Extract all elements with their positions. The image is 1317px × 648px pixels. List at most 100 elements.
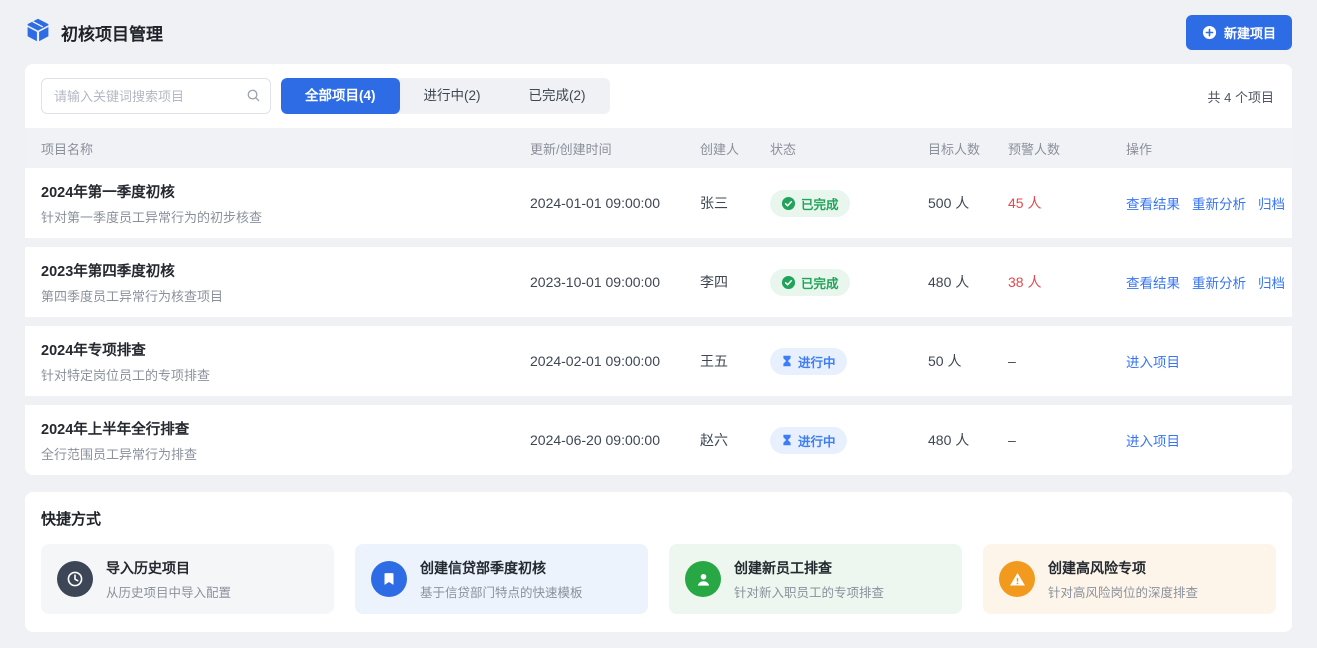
action-link[interactable]: 重新分析 [1192,193,1246,213]
project-name-cell: 2023年第四季度初核第四季度员工异常行为核查项目 [41,260,530,305]
bookmark-icon [371,561,407,597]
project-time: 2024-02-01 09:00:00 [530,353,700,369]
status-cell: 已完成 [770,190,928,217]
page: 初核项目管理 新建项目 全部项目(4 [0,0,1317,632]
project-description: 针对第一季度员工异常行为的初步核查 [41,207,530,226]
target-count: 50 人 [928,351,1008,371]
shortcut-text: 创建高风险专项针对高风险岗位的深度排查 [1048,558,1198,601]
table-row: 2023年第四季度初核第四季度员工异常行为核查项目2023-10-01 09:0… [25,247,1292,317]
page-title: 初核项目管理 [61,20,163,45]
column-header-2: 创建人 [700,139,770,158]
status-cell: 进行中 [770,427,928,454]
project-name: 2024年上半年全行排查 [41,418,530,439]
tab-1[interactable]: 进行中(2) [400,78,505,114]
check-circle-icon [781,275,796,290]
shortcuts-title: 快捷方式 [41,508,1276,529]
target-count: 500 人 [928,193,1008,213]
check-circle-icon [781,196,796,211]
project-creator: 王五 [700,351,770,371]
project-name: 2024年第一季度初核 [41,181,530,202]
status-cell: 进行中 [770,348,928,375]
column-header-3: 状态 [770,139,928,158]
hourglass-icon [781,355,793,367]
new-project-label: 新建项目 [1224,23,1276,42]
new-project-button[interactable]: 新建项目 [1186,15,1292,50]
action-link[interactable]: 进入项目 [1126,351,1180,371]
warning-count: – [1008,353,1126,369]
shortcut-description: 针对高风险岗位的深度排查 [1048,582,1198,601]
table-row: 2024年上半年全行排查全行范围员工异常行为排查2024-06-20 09:00… [25,405,1292,475]
toolbar: 全部项目(4)进行中(2)已完成(2) 共 4 个项目 [25,64,1292,128]
project-name: 2024年专项排查 [41,339,530,360]
actions-cell: 进入项目 [1126,430,1276,450]
search-icon [246,88,261,103]
table-row: 2024年专项排查针对特定岗位员工的专项排查2024-02-01 09:00:0… [25,326,1292,396]
cube-icon [25,17,51,48]
project-name-cell: 2024年第一季度初核针对第一季度员工异常行为的初步核查 [41,181,530,226]
project-time: 2024-01-01 09:00:00 [530,195,700,211]
table-body: 2024年第一季度初核针对第一季度员工异常行为的初步核查2024-01-01 0… [25,168,1292,475]
tab-0[interactable]: 全部项目(4) [281,78,400,114]
plus-circle-icon [1202,25,1217,40]
shortcut-card-0[interactable]: 导入历史项目从历史项目中导入配置 [41,544,334,614]
action-link[interactable]: 重新分析 [1192,272,1246,292]
shortcut-text: 创建新员工排查针对新入职员工的专项排查 [734,558,884,601]
warning-count: – [1008,432,1126,448]
project-time: 2024-06-20 09:00:00 [530,432,700,448]
target-count: 480 人 [928,272,1008,292]
status-label: 进行中 [798,352,836,371]
status-badge: 已完成 [770,269,850,296]
search-box [41,78,271,114]
shortcut-title: 创建信贷部季度初核 [420,558,583,578]
tab-2[interactable]: 已完成(2) [505,78,610,114]
project-description: 全行范围员工异常行为排查 [41,444,530,463]
action-link[interactable]: 查看结果 [1126,193,1180,213]
shortcut-card-3[interactable]: 创建高风险专项针对高风险岗位的深度排查 [983,544,1276,614]
table-row: 2024年第一季度初核针对第一季度员工异常行为的初步核查2024-01-01 0… [25,168,1292,238]
shortcut-card-2[interactable]: 创建新员工排查针对新入职员工的专项排查 [669,544,962,614]
page-title-group: 初核项目管理 [25,17,163,48]
project-name-cell: 2024年专项排查针对特定岗位员工的专项排查 [41,339,530,384]
warning-count: 38 人 [1008,272,1126,292]
project-name-cell: 2024年上半年全行排查全行范围员工异常行为排查 [41,418,530,463]
warning-count: 45 人 [1008,193,1126,213]
project-description: 针对特定岗位员工的专项排查 [41,365,530,384]
filter-tabs: 全部项目(4)进行中(2)已完成(2) [281,78,610,114]
user-icon [685,561,721,597]
status-label: 进行中 [798,431,836,450]
action-link[interactable]: 归档 [1258,193,1285,213]
shortcut-text: 导入历史项目从历史项目中导入配置 [106,558,231,601]
project-list-card: 全部项目(4)进行中(2)已完成(2) 共 4 个项目 项目名称更新/创建时间创… [25,64,1292,475]
shortcut-title: 创建高风险专项 [1048,558,1198,578]
shortcut-description: 从历史项目中导入配置 [106,582,231,601]
shortcut-description: 针对新入职员工的专项排查 [734,582,884,601]
actions-cell: 查看结果重新分析归档 [1126,272,1276,292]
project-name: 2023年第四季度初核 [41,260,530,281]
column-header-0: 项目名称 [41,139,530,158]
column-header-5: 预警人数 [1008,139,1126,158]
action-link[interactable]: 进入项目 [1126,430,1180,450]
shortcut-text: 创建信贷部季度初核基于信贷部门特点的快速模板 [420,558,583,601]
shortcuts-card: 快捷方式 导入历史项目从历史项目中导入配置 创建信贷部季度初核基于信贷部门特点的快… [25,492,1292,632]
warning-icon [999,561,1035,597]
status-label: 已完成 [801,273,839,292]
page-header: 初核项目管理 新建项目 [25,0,1292,64]
shortcut-title: 创建新员工排查 [734,558,884,578]
project-creator: 张三 [700,193,770,213]
action-link[interactable]: 查看结果 [1126,272,1180,292]
actions-cell: 查看结果重新分析归档 [1126,193,1276,213]
project-creator: 赵六 [700,430,770,450]
search-input[interactable] [41,78,271,114]
column-header-1: 更新/创建时间 [530,139,700,158]
table-header: 项目名称更新/创建时间创建人状态目标人数预警人数操作 [25,128,1292,168]
hourglass-icon [781,434,793,446]
project-creator: 李四 [700,272,770,292]
column-header-6: 操作 [1126,139,1276,158]
status-badge: 已完成 [770,190,850,217]
status-label: 已完成 [801,194,839,213]
action-link[interactable]: 归档 [1258,272,1285,292]
shortcut-card-1[interactable]: 创建信贷部季度初核基于信贷部门特点的快速模板 [355,544,648,614]
status-cell: 已完成 [770,269,928,296]
status-badge: 进行中 [770,348,847,375]
shortcut-description: 基于信贷部门特点的快速模板 [420,582,583,601]
